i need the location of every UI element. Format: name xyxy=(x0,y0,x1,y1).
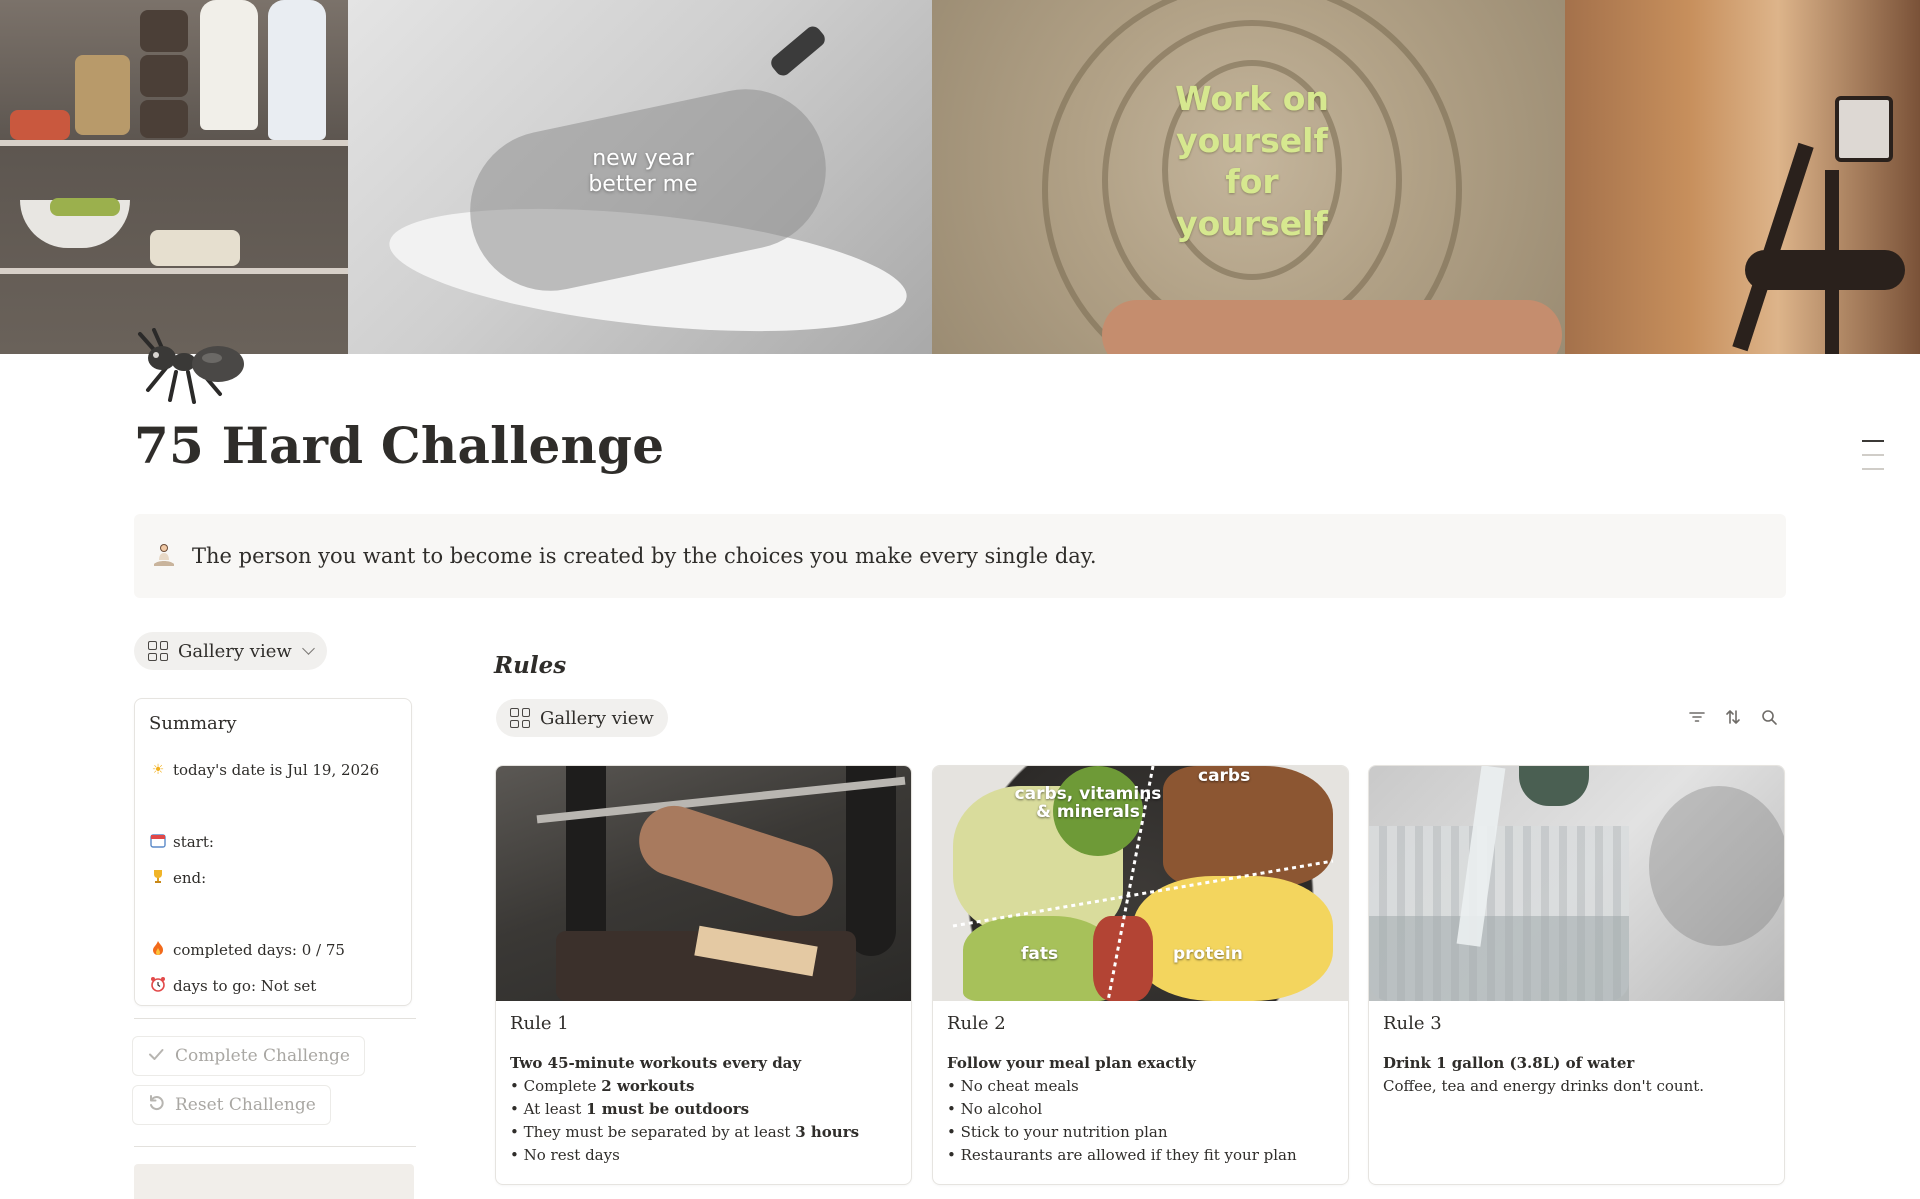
rule-card-3[interactable]: Rule 3 Drink 1 gallon (3.8L) of water Co… xyxy=(1368,765,1785,1185)
summary-card[interactable]: Summary ☀ today's date is Jul 19, 2026 s… xyxy=(134,698,412,1006)
reset-challenge-label: Reset Challenge xyxy=(175,1095,316,1115)
summary-completed-text: completed days: 0 / 75 xyxy=(173,941,345,959)
sort-icon[interactable] xyxy=(1724,708,1742,726)
left-divider-bottom xyxy=(134,1146,416,1147)
rule-2-headline: Follow your meal plan exactly xyxy=(947,1054,1196,1072)
rule-2-image-label: fats xyxy=(1021,944,1059,964)
reset-challenge-button[interactable]: Reset Challenge xyxy=(132,1085,331,1125)
rule-2-bullet: • Restaurants are allowed if they fit yo… xyxy=(947,1146,1297,1164)
rule-3-note: Coffee, tea and energy drinks don't coun… xyxy=(1383,1077,1705,1095)
rule-1-bullet: • They must be separated by at least 3 h… xyxy=(510,1123,860,1141)
rule-2-body: Follow your meal plan exactly • No cheat… xyxy=(947,1052,1334,1167)
summary-to-go-row: days to go: Not set xyxy=(149,968,397,1004)
complete-challenge-label: Complete Challenge xyxy=(175,1046,350,1066)
summary-start-row: start: xyxy=(149,824,397,860)
quote-callout[interactable]: The person you want to become is created… xyxy=(134,514,1786,598)
rule-2-bullet: • No cheat meals xyxy=(947,1077,1079,1095)
quote-text: The person you want to become is created… xyxy=(192,544,1097,568)
summary-end-text: end: xyxy=(173,869,207,887)
rule-2-title: Rule 2 xyxy=(947,1013,1006,1034)
summary-today-row: ☀ today's date is Jul 19, 2026 xyxy=(149,752,397,788)
rule-card-1[interactable]: Rule 1 Two 45-minute workouts every day … xyxy=(495,765,912,1185)
gallery-grid-icon xyxy=(148,641,168,661)
left-gallery-view-label: Gallery view xyxy=(178,640,292,662)
cover-caption-new-year: new year better me xyxy=(588,146,698,198)
meditating-person-icon xyxy=(150,542,178,570)
rule-3-title: Rule 3 xyxy=(1383,1013,1442,1034)
database-toolbar xyxy=(1688,708,1778,726)
rule-3-image xyxy=(1369,766,1784,1001)
sun-icon: ☀ xyxy=(151,762,165,778)
rule-1-image xyxy=(496,766,911,1001)
cover-caption-work-on-yourself: Work on yourself for yourself xyxy=(1175,79,1329,243)
left-gallery-view-button[interactable]: Gallery view xyxy=(134,632,327,670)
gallery-grid-icon xyxy=(510,708,530,728)
rule-2-bullet: • No alcohol xyxy=(947,1100,1043,1118)
rule-2-bullet: • Stick to your nutrition plan xyxy=(947,1123,1168,1141)
rule-2-image: carbs, vitamins & minerals carbs fats pr… xyxy=(933,766,1348,1001)
summary-to-go-text: days to go: Not set xyxy=(173,977,317,995)
calendar-icon xyxy=(149,832,167,852)
rules-heading[interactable]: Rules xyxy=(494,652,566,679)
page-title[interactable]: 75 Hard Challenge xyxy=(134,416,664,475)
ant-icon[interactable] xyxy=(136,328,254,408)
summary-end-row: end: xyxy=(149,860,397,896)
complete-challenge-button[interactable]: Complete Challenge xyxy=(132,1036,365,1076)
reset-icon xyxy=(147,1094,165,1117)
left-divider-top xyxy=(134,1018,416,1019)
chevron-down-icon xyxy=(301,642,315,655)
cover-gym-photo xyxy=(1565,0,1920,354)
rules-gallery-view-label: Gallery view xyxy=(540,707,654,729)
search-icon[interactable] xyxy=(1760,708,1778,726)
lower-block[interactable] xyxy=(134,1164,414,1199)
rule-3-body: Drink 1 gallon (3.8L) of water Coffee, t… xyxy=(1383,1052,1770,1098)
rule-1-bullet: • At least 1 must be outdoors xyxy=(510,1100,750,1118)
rules-gallery-view-button[interactable]: Gallery view xyxy=(496,699,668,737)
trophy-icon xyxy=(149,868,167,888)
table-of-contents-indicator[interactable] xyxy=(1862,440,1884,482)
alarm-clock-icon xyxy=(149,976,167,996)
rule-1-body: Two 45-minute workouts every day • Compl… xyxy=(510,1052,897,1167)
summary-start-text: start: xyxy=(173,833,214,851)
rule-2-image-label: protein xyxy=(1173,944,1243,964)
summary-today-text: today's date is Jul 19, 2026 xyxy=(173,761,380,779)
fire-icon xyxy=(149,940,167,960)
cover-workout-photo: new year better me xyxy=(348,0,932,354)
rule-1-title: Rule 1 xyxy=(510,1013,569,1034)
filter-icon[interactable] xyxy=(1688,708,1706,726)
checkmark-icon xyxy=(147,1045,165,1068)
rule-1-bullet: • No rest days xyxy=(510,1146,620,1164)
summary-completed-row: completed days: 0 / 75 xyxy=(149,932,397,968)
rule-2-image-label: carbs xyxy=(1198,766,1251,786)
rule-3-headline: Drink 1 gallon (3.8L) of water xyxy=(1383,1054,1635,1072)
rule-1-bullet: • Complete 2 workouts xyxy=(510,1077,695,1095)
rule-2-image-label: carbs, vitamins & minerals xyxy=(1014,784,1162,822)
rule-1-headline: Two 45-minute workouts every day xyxy=(510,1054,802,1072)
cover-sand-photo: Work on yourself for yourself xyxy=(932,0,1565,354)
rule-card-2[interactable]: carbs, vitamins & minerals carbs fats pr… xyxy=(932,765,1349,1185)
cover-fridge-photo xyxy=(0,0,348,354)
cover-image[interactable]: new year better me Work on yourself for … xyxy=(0,0,1920,354)
summary-title: Summary xyxy=(149,713,237,734)
